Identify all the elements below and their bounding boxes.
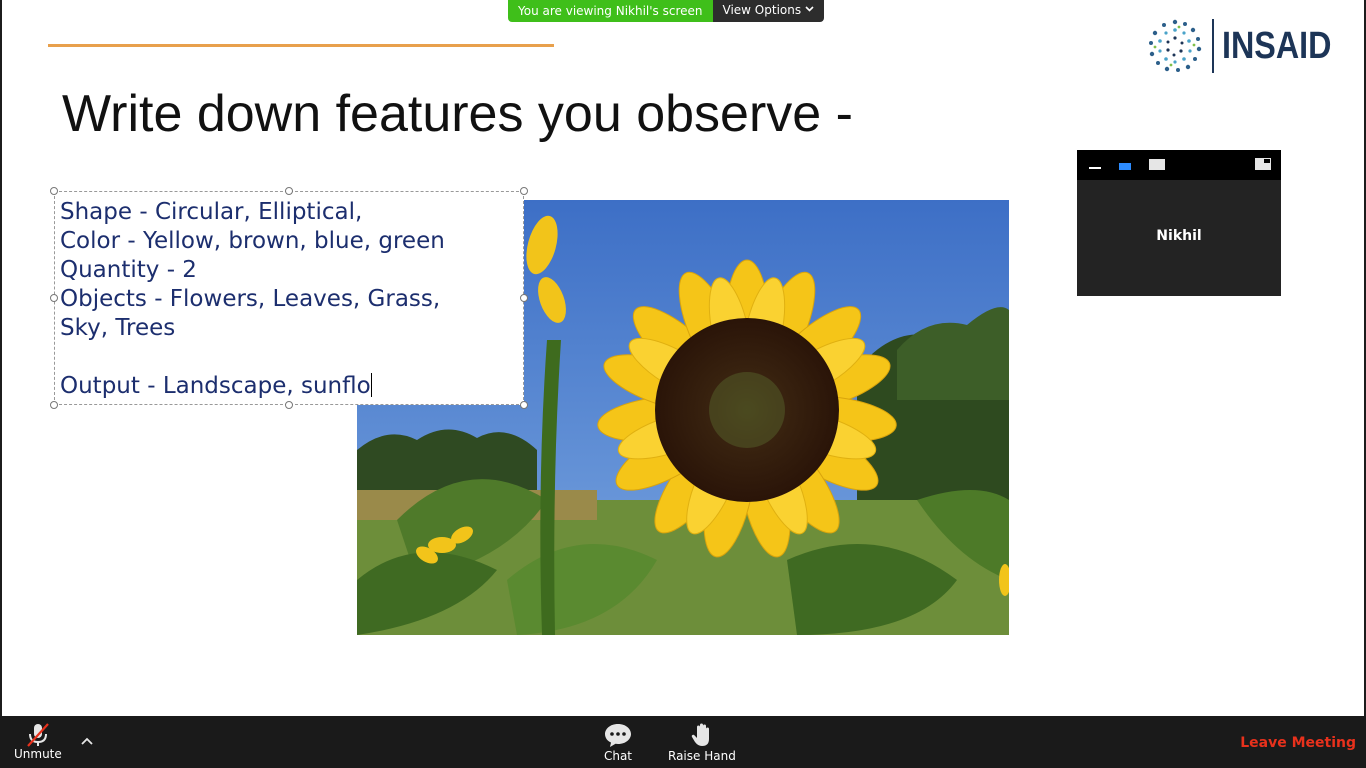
participant-video-tile[interactable]: Nikhil	[1077, 150, 1281, 296]
resize-handle-top-mid[interactable]	[285, 187, 293, 195]
resize-handle-top-right[interactable]	[520, 187, 528, 195]
text-line-color: Color - Yellow, brown, blue, green	[60, 228, 445, 254]
view-options-label: View Options	[722, 3, 802, 17]
resize-handle-bottom-right[interactable]	[520, 401, 528, 409]
gallery-view-icon[interactable]	[1149, 159, 1165, 170]
raise-hand-label: Raise Hand	[668, 749, 736, 763]
speaker-view-icon[interactable]	[1119, 163, 1131, 170]
slide-border-left	[0, 0, 2, 716]
annotation-text-box[interactable]: Shape - Circular, Elliptical, Color - Ye…	[50, 187, 528, 409]
logo-text: INSAID	[1222, 24, 1332, 67]
chat-label: Chat	[603, 749, 633, 763]
chat-bubble-icon	[605, 724, 631, 747]
resize-handle-bottom-mid[interactable]	[285, 401, 293, 409]
meeting-toolbar: Unmute Chat Raise Hand Leave Meeting	[0, 716, 1366, 768]
slide-title: Write down features you observe -	[62, 85, 853, 143]
minimize-video-icon[interactable]	[1089, 167, 1101, 169]
share-notice: You are viewing Nikhil's screen	[508, 0, 713, 22]
text-caret	[370, 373, 372, 397]
leave-meeting-button[interactable]: Leave Meeting	[1240, 735, 1356, 751]
zoom-meeting-window: Write down features you observe - INSAID…	[0, 0, 1366, 768]
unmute-label: Unmute	[14, 747, 62, 761]
audio-options-button[interactable]	[80, 736, 94, 746]
resize-handle-top-left[interactable]	[50, 187, 58, 195]
resize-handle-mid-left[interactable]	[50, 294, 58, 302]
insaid-logo: INSAID	[1148, 18, 1351, 74]
chevron-up-icon	[81, 737, 93, 745]
text-line-objects: Objects - Flowers, Leaves, Grass,	[60, 286, 441, 312]
chevron-down-icon	[805, 4, 814, 22]
slide-accent-line	[48, 44, 554, 47]
raise-hand-icon	[691, 723, 709, 746]
logo-divider	[1212, 19, 1214, 73]
screen-share-banner: You are viewing Nikhil's screen View Opt…	[508, 0, 825, 22]
text-line-shape: Shape - Circular, Elliptical,	[60, 199, 363, 225]
resize-handle-bottom-left[interactable]	[50, 401, 58, 409]
output-text: Output - Landscape, sunflo	[60, 373, 371, 399]
view-options-button[interactable]: View Options	[712, 0, 825, 22]
text-line-output: Output - Landscape, sunflo	[60, 372, 523, 401]
mic-muted-icon	[27, 723, 49, 747]
participant-name: Nikhil	[1156, 228, 1202, 244]
raise-hand-button[interactable]: Raise Hand	[668, 722, 736, 763]
text-line-objects-cont: Sky, Trees	[60, 315, 176, 341]
resize-handle-mid-right[interactable]	[520, 294, 528, 302]
chat-button[interactable]: Chat	[603, 722, 633, 763]
expand-video-icon[interactable]	[1255, 158, 1271, 170]
logo-dots-icon	[1149, 19, 1202, 72]
unmute-button[interactable]: Unmute	[14, 722, 62, 761]
text-line-quantity: Quantity - 2	[60, 257, 197, 283]
text-line-blank	[60, 343, 523, 372]
video-tile-toolbar	[1077, 150, 1281, 180]
